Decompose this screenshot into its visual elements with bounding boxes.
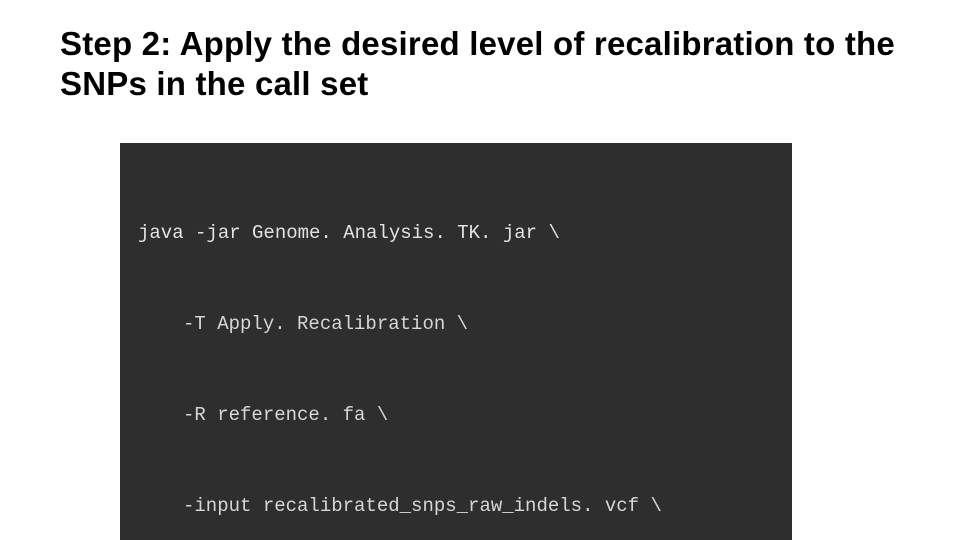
code-line: -R reference. fa \ xyxy=(138,400,774,430)
slide: Step 2: Apply the desired level of recal… xyxy=(0,0,960,540)
slide-title: Step 2: Apply the desired level of recal… xyxy=(60,24,912,103)
code-line: -T Apply. Recalibration \ xyxy=(138,309,774,339)
code-block: java -jar Genome. Analysis. TK. jar \ -T… xyxy=(120,143,792,540)
code-line: -input recalibrated_snps_raw_indels. vcf… xyxy=(138,491,774,521)
code-line: java -jar Genome. Analysis. TK. jar \ xyxy=(138,218,774,248)
